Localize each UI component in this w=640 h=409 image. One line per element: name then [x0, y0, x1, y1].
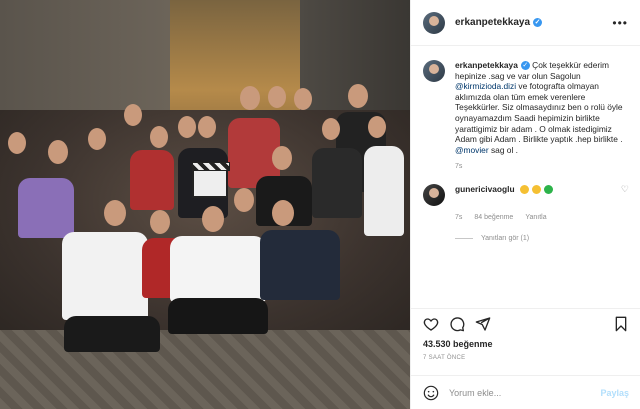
verified-badge-icon: ✓ [520, 61, 530, 71]
caption-time: 7s [455, 163, 463, 171]
caption-mention-movier[interactable]: @movier [455, 145, 489, 155]
reply-link[interactable]: Yanıtla [525, 214, 546, 221]
person-shirt [130, 150, 174, 210]
person-head [294, 88, 312, 110]
person-pants [64, 316, 160, 352]
person-head [240, 86, 260, 110]
thumbs-up-emoji-icon [531, 184, 541, 194]
caption-author-avatar[interactable] [423, 60, 445, 82]
person-shirt [18, 178, 74, 238]
person-head [48, 140, 68, 164]
emoji-smile-icon[interactable] [423, 385, 439, 401]
comment-text: gunericivaoglu [455, 184, 621, 194]
post-photo[interactable] [0, 0, 410, 409]
person-head [124, 104, 142, 126]
comment-meta: 7s 84 beğenme Yanıtla [455, 214, 629, 221]
person-shirt [364, 146, 404, 236]
person-shirt [170, 236, 266, 302]
caption-part-3: sag ol . [488, 144, 518, 155]
author-avatar[interactable] [423, 11, 445, 34]
caption-username[interactable]: erkanpetekkaya [455, 60, 518, 70]
caption-mention-kirmizioda[interactable]: @kirmizioda.dizi [455, 81, 516, 91]
comment-item: gunericivaoglu ♡ [423, 184, 629, 207]
person-head [8, 132, 26, 154]
caption: erkanpetekkaya ✓ Çok teşekkür ederim hepi… [423, 60, 629, 155]
person-head [268, 86, 286, 108]
clap-emoji-icon [519, 184, 529, 194]
like-heart-icon[interactable] [423, 316, 439, 332]
caption-text: erkanpetekkaya ✓ Çok teşekkür ederim hepi… [455, 60, 629, 155]
comment-likes[interactable]: 84 beğenme [474, 214, 513, 221]
person-head [272, 146, 292, 170]
person-head [150, 126, 168, 148]
view-replies[interactable]: Yanıtları gör (1) [455, 235, 629, 242]
person-head [178, 116, 196, 138]
comment-input[interactable] [449, 387, 601, 398]
bookmark-icon[interactable] [613, 316, 629, 332]
comment-bubble-icon[interactable] [449, 316, 465, 332]
action-icons [423, 309, 629, 339]
person-shirt [62, 232, 148, 320]
person-head [198, 116, 216, 138]
person-head [368, 116, 386, 138]
author-username[interactable]: erkanpetekkaya ✓ [455, 17, 543, 28]
commenter-username[interactable]: gunericivaoglu [455, 184, 515, 194]
person-head [234, 188, 254, 212]
film-clapperboard [192, 162, 230, 198]
view-replies-label: Yanıtları gör (1) [481, 235, 530, 243]
post-header: erkanpetekkaya ✓ ••• [411, 0, 640, 46]
cobblestone-street [0, 330, 410, 409]
comment-time: 7s [455, 214, 463, 222]
person-head [104, 200, 126, 226]
comment-like-heart-icon[interactable]: ♡ [621, 184, 629, 195]
share-send-icon[interactable] [475, 316, 491, 332]
person-pants [168, 298, 268, 334]
person-head [202, 206, 224, 232]
replies-divider [455, 238, 473, 240]
more-options-icon[interactable]: ••• [612, 16, 628, 30]
person-head [272, 200, 294, 226]
comments-section: erkanpetekkaya ✓ Çok teşekkür ederim hepi… [411, 60, 640, 300]
verified-badge-icon: ✓ [533, 17, 543, 27]
post-comment-button[interactable]: Paylaş [600, 388, 629, 398]
person-head [322, 118, 340, 140]
person-head [88, 128, 106, 150]
posted-time: 7 SAAT ÖNCE [423, 355, 466, 361]
commenter-avatar[interactable] [423, 184, 445, 207]
person-head [348, 84, 368, 108]
likes-count[interactable]: 43.530 beğenme [423, 339, 629, 349]
person-shirt [260, 230, 340, 300]
person-shirt [312, 148, 362, 218]
add-comment-bar: Paylaş [411, 375, 640, 409]
clover-emoji-icon [543, 184, 553, 194]
person-head [150, 210, 170, 234]
post-side-panel: erkanpetekkaya ✓ ••• erkanpetekkaya ✓ Çok … [410, 0, 640, 409]
